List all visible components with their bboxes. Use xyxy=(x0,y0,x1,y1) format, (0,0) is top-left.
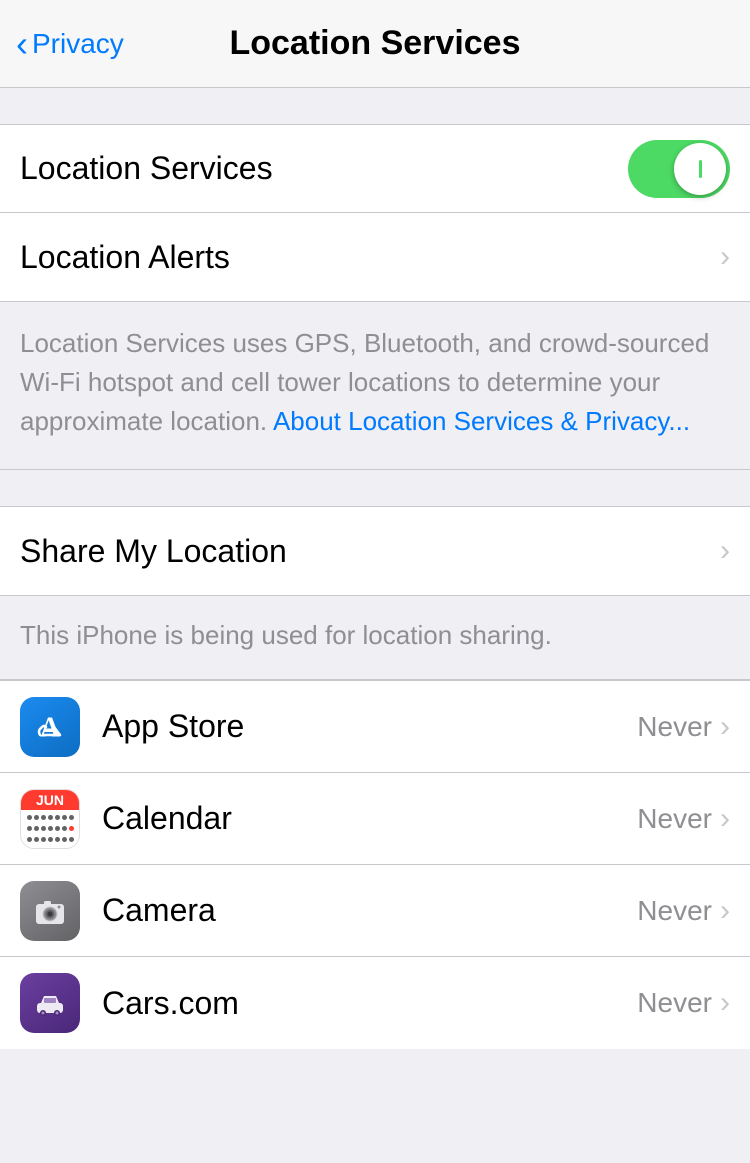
calendar-name: Calendar xyxy=(102,800,637,837)
svg-text:A: A xyxy=(40,712,61,743)
share-info-block: This iPhone is being used for location s… xyxy=(0,596,750,680)
description-paragraph: Location Services uses GPS, Bluetooth, a… xyxy=(20,324,730,441)
app-store-row[interactable]: A App Store Never › xyxy=(0,681,750,773)
calendar-chevron-icon: › xyxy=(720,802,730,836)
top-spacer xyxy=(0,88,750,124)
calendar-header: JUN xyxy=(21,790,79,811)
location-services-description: Location Services uses GPS, Bluetooth, a… xyxy=(0,302,750,470)
location-alerts-right: › xyxy=(720,240,730,274)
location-services-row: Location Services xyxy=(0,125,750,213)
app-store-chevron-icon: › xyxy=(720,710,730,744)
back-label: Privacy xyxy=(32,28,124,60)
cars-permission: Never xyxy=(637,987,712,1019)
cars-name: Cars.com xyxy=(102,985,637,1022)
back-button[interactable]: ‹ Privacy xyxy=(16,26,124,62)
calendar-permission: Never xyxy=(637,803,712,835)
share-info-text: This iPhone is being used for location s… xyxy=(20,620,552,650)
toggle-indicator xyxy=(699,160,702,178)
camera-chevron-icon: › xyxy=(720,894,730,928)
camera-name: Camera xyxy=(102,892,637,929)
camera-permission: Never xyxy=(637,895,712,927)
location-services-label: Location Services xyxy=(20,150,273,187)
share-my-location-label: Share My Location xyxy=(20,533,287,570)
app-store-permission: Never xyxy=(637,711,712,743)
share-my-location-chevron-icon: › xyxy=(720,534,730,568)
cars-chevron-icon: › xyxy=(720,986,730,1020)
nav-bar: ‹ Privacy Location Services xyxy=(0,0,750,88)
description-link[interactable]: About Location Services & Privacy... xyxy=(273,406,690,436)
section-spacer xyxy=(0,470,750,506)
app-store-icon: A xyxy=(20,697,80,757)
page-title: Location Services xyxy=(229,24,520,63)
camera-row[interactable]: Camera Never › xyxy=(0,865,750,957)
calendar-row[interactable]: JUN xyxy=(0,773,750,865)
app-list: A App Store Never › JUN xyxy=(0,680,750,1049)
share-location-group: Share My Location › xyxy=(0,506,750,596)
calendar-icon: JUN xyxy=(20,789,80,849)
share-my-location-right: › xyxy=(720,534,730,568)
toggle-knob xyxy=(674,143,726,195)
camera-icon xyxy=(20,881,80,941)
location-alerts-chevron-icon: › xyxy=(720,240,730,274)
location-services-toggle[interactable] xyxy=(628,140,730,198)
cars-icon xyxy=(20,973,80,1033)
cars-row[interactable]: Cars.com Never › xyxy=(0,957,750,1049)
share-my-location-row[interactable]: Share My Location › xyxy=(0,507,750,595)
back-chevron-icon: ‹ xyxy=(16,26,28,62)
location-alerts-label: Location Alerts xyxy=(20,239,230,276)
location-alerts-row[interactable]: Location Alerts › xyxy=(0,213,750,301)
app-store-name: App Store xyxy=(102,708,637,745)
location-services-group: Location Services Location Alerts › xyxy=(0,124,750,302)
